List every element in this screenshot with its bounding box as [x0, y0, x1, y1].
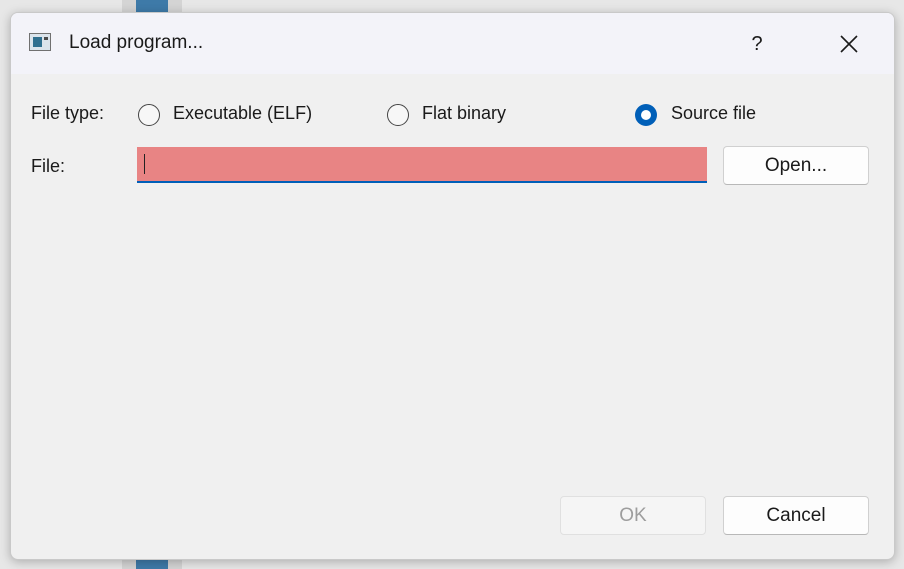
radio-source-file-label[interactable]: Source file — [671, 103, 756, 124]
ok-button[interactable]: OK — [560, 496, 706, 535]
close-icon — [840, 35, 858, 53]
open-button[interactable]: Open... — [723, 146, 869, 185]
title-bar[interactable]: Load program... ? — [11, 13, 894, 74]
radio-flat-binary[interactable] — [387, 104, 409, 126]
radio-source-file[interactable] — [635, 104, 657, 126]
radio-flat-binary-label[interactable]: Flat binary — [422, 103, 506, 124]
text-caret — [144, 154, 145, 174]
help-button[interactable]: ? — [737, 27, 777, 61]
app-icon — [29, 33, 51, 51]
file-type-label: File type: — [31, 103, 105, 123]
radio-executable-elf-label[interactable]: Executable (ELF) — [173, 103, 312, 124]
close-button[interactable] — [829, 27, 869, 61]
dialog-title: Load program... — [69, 32, 204, 53]
file-path-input[interactable] — [137, 147, 707, 183]
load-program-dialog: Load program... ? File type: Executable … — [10, 12, 895, 560]
help-icon: ? — [751, 33, 763, 55]
file-label: File: — [31, 156, 66, 176]
radio-executable-elf[interactable] — [138, 104, 160, 126]
cancel-button[interactable]: Cancel — [723, 496, 869, 535]
